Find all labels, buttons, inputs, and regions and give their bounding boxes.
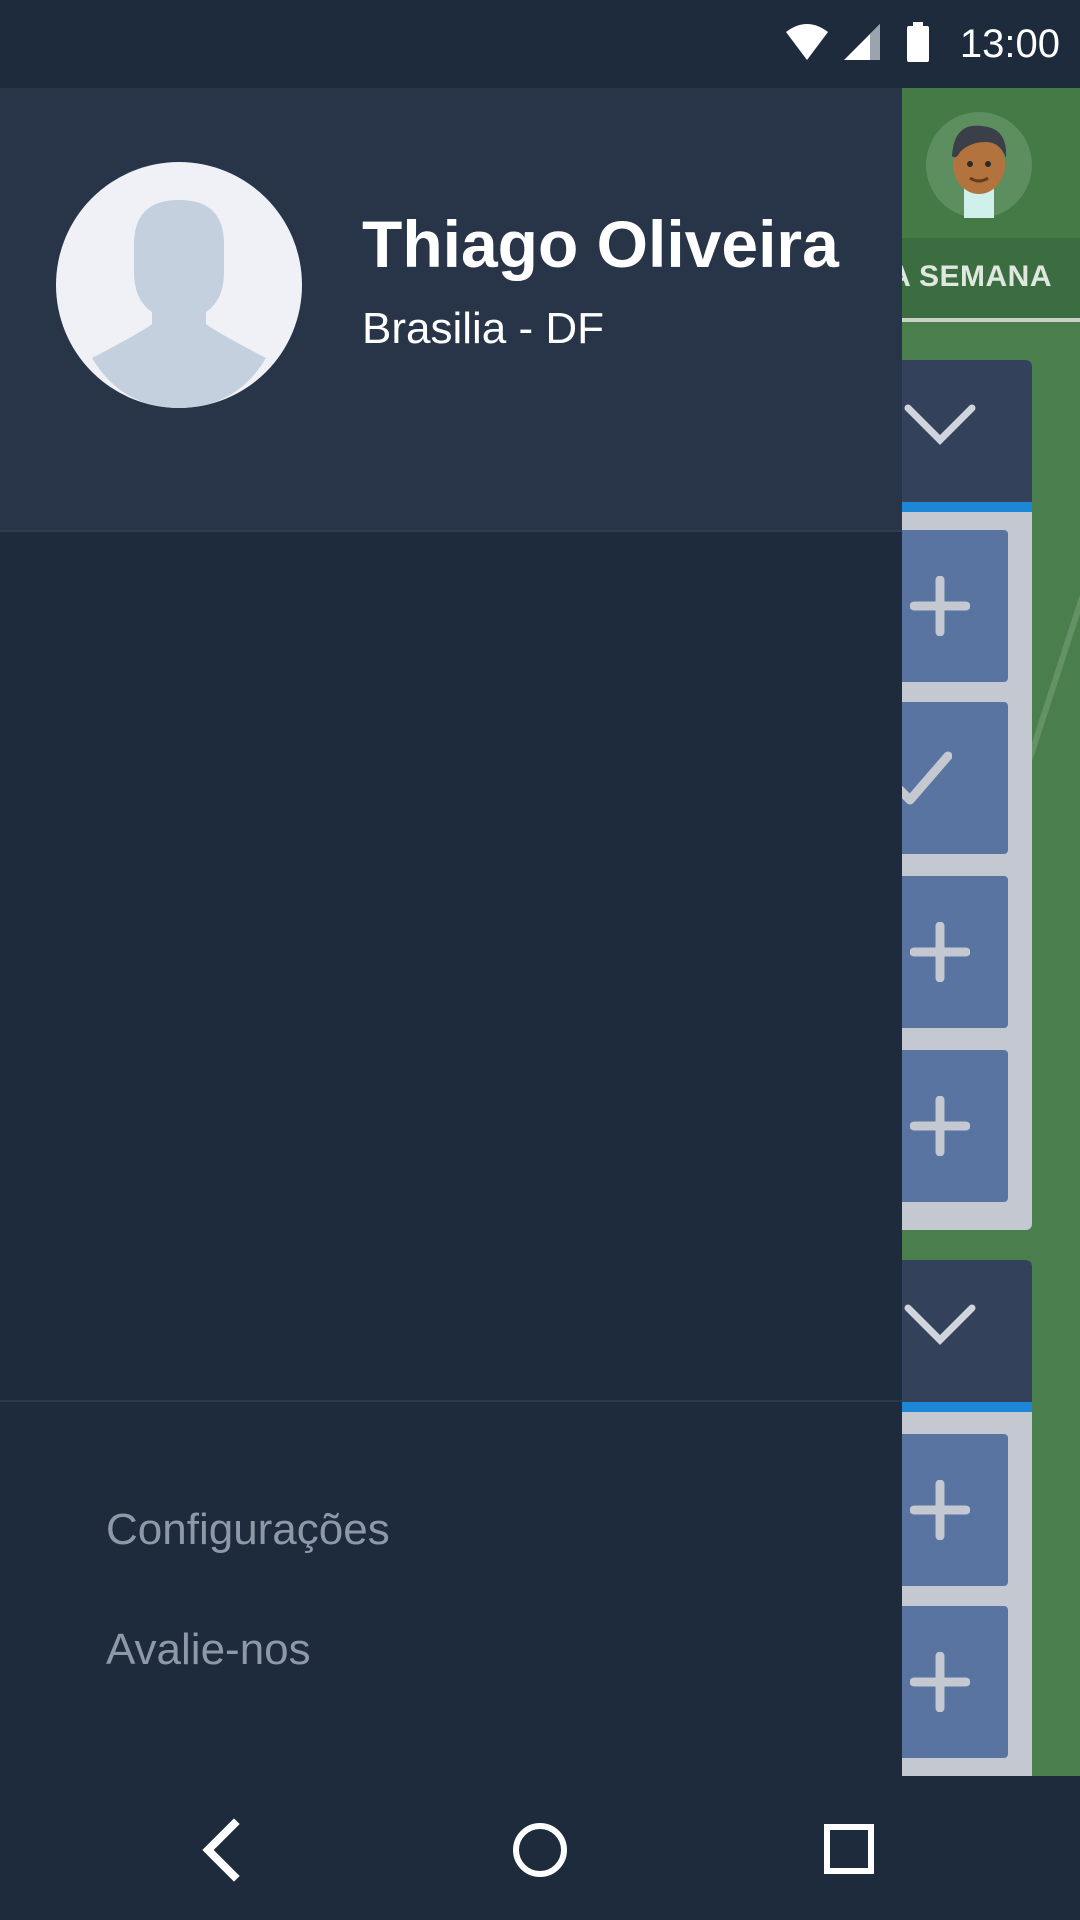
plus-icon xyxy=(910,576,970,636)
user-location: Brasilia - DF xyxy=(362,304,605,353)
status-time: 13:00 xyxy=(959,22,1060,66)
recents-icon xyxy=(824,1824,874,1874)
chevron-down-icon xyxy=(904,404,976,445)
user-placeholder-icon xyxy=(92,200,266,408)
plus-icon xyxy=(910,922,970,982)
home-icon xyxy=(513,1823,567,1877)
home-button[interactable] xyxy=(492,1802,588,1898)
signal-icon xyxy=(842,22,882,67)
system-nav-bar xyxy=(0,1776,1080,1920)
back-icon xyxy=(202,1818,240,1882)
card-header[interactable] xyxy=(880,1260,1032,1412)
back-button[interactable] xyxy=(172,1802,268,1898)
avatar[interactable] xyxy=(926,112,1032,218)
chevron-down-icon xyxy=(904,1304,976,1345)
week-card xyxy=(880,1260,1032,1776)
card-header[interactable] xyxy=(880,360,1032,512)
plus-icon xyxy=(910,1096,970,1156)
recents-button[interactable] xyxy=(802,1802,898,1898)
divider xyxy=(0,1400,902,1402)
week-card xyxy=(880,360,1032,1230)
drawer-header: Thiago Oliveira Brasilia - DF xyxy=(0,88,902,532)
navigation-drawer: Thiago Oliveira Brasilia - DF Configuraç… xyxy=(0,88,902,1776)
plus-icon xyxy=(910,1480,970,1540)
plus-icon xyxy=(910,1652,970,1712)
user-name: Thiago Oliveira xyxy=(362,207,839,281)
battery-icon xyxy=(906,22,930,67)
profile-avatar[interactable] xyxy=(56,162,302,408)
menu-item-settings[interactable]: Configurações xyxy=(106,1502,390,1558)
menu-item-rate-us[interactable]: Avalie-nos xyxy=(106,1622,311,1678)
wifi-icon xyxy=(784,22,830,67)
status-bar: 13:00 xyxy=(0,0,1080,88)
